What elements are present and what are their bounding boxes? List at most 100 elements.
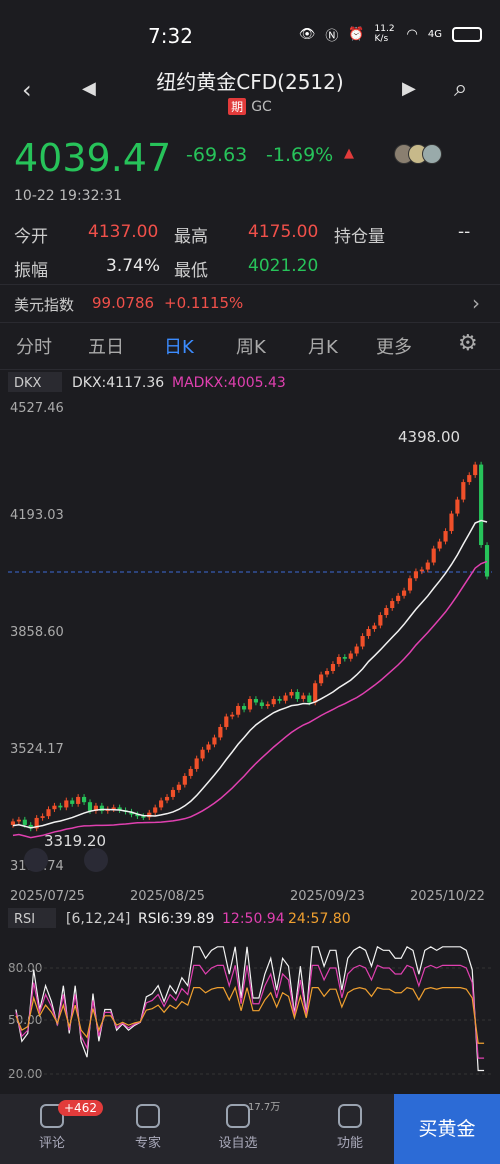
watchlist-icon <box>226 1104 250 1128</box>
candle <box>484 545 490 577</box>
function-button[interactable]: 功能 <box>310 1094 390 1164</box>
y-axis-label: 3524.17 <box>10 742 64 757</box>
candle <box>336 657 341 664</box>
comment-badge: +462 <box>58 1100 103 1116</box>
battery-icon <box>452 26 482 42</box>
candle <box>324 670 330 675</box>
usd-change: +0.1115% <box>164 294 244 312</box>
usd-value: 99.0786 <box>92 294 155 312</box>
open-value: 4137.00 <box>88 222 159 242</box>
last-price: 4039.47 <box>14 136 172 180</box>
candle <box>319 674 324 684</box>
oi-value: -- <box>458 222 471 242</box>
timestamp: 10-22 19:32:31 <box>14 188 123 204</box>
candle <box>402 590 407 596</box>
up-arrow-icon: ▲ <box>344 146 354 161</box>
search-icon[interactable]: ⌕ <box>454 74 467 102</box>
tab-daily-k[interactable]: 日K <box>164 333 194 359</box>
rsi12-label: 12:50.94 <box>222 911 285 927</box>
low-label: 最低 <box>174 261 208 281</box>
candle <box>188 768 193 776</box>
x-axis-label: 2025/08/25 <box>130 889 205 904</box>
candle <box>16 819 21 822</box>
rsi24-label: 24:57.80 <box>288 911 351 927</box>
fast-forward-icon[interactable] <box>24 848 48 872</box>
expert-icon <box>136 1104 160 1128</box>
rsi6-label: RSI6:39.89 <box>138 911 214 927</box>
candle <box>224 716 229 727</box>
tab-monthly-k[interactable]: 月K <box>308 333 338 359</box>
expand-icon[interactable] <box>84 848 108 872</box>
rsi12-line <box>15 964 485 1059</box>
wifi-icon: ◠ <box>406 26 418 42</box>
tab-more[interactable]: 更多 <box>376 333 412 359</box>
rsi24-line <box>15 985 485 1044</box>
candle <box>372 625 377 630</box>
expert-label: 专家 <box>134 1136 161 1151</box>
candle <box>170 789 176 797</box>
candle <box>407 578 413 591</box>
candle <box>230 714 235 717</box>
tab-weekly-k[interactable]: 周K <box>236 333 266 359</box>
expert-button[interactable]: 专家 <box>108 1094 188 1164</box>
avatar-group[interactable] <box>394 144 454 166</box>
usd-index-row[interactable]: 美元指数 99.0786 +0.1115% › <box>0 284 500 322</box>
candle <box>283 695 288 701</box>
candle <box>289 691 294 696</box>
candle <box>360 636 365 647</box>
kline-chart[interactable]: DKX DKX:4117.36 MADKX:4005.43 4527.46 419… <box>0 370 500 906</box>
candle <box>212 737 217 745</box>
page-title: 纽约黄金CFD(2512) <box>156 70 344 94</box>
candle <box>390 601 395 609</box>
amp-label: 振幅 <box>14 261 48 281</box>
candle <box>384 608 389 616</box>
candle <box>277 698 282 701</box>
candle <box>443 531 448 542</box>
candle <box>82 796 87 803</box>
candle <box>176 784 181 790</box>
candle <box>46 809 51 817</box>
candle <box>307 695 312 703</box>
candle <box>437 541 442 549</box>
high-label: 最高 <box>174 227 208 247</box>
net-speed: 11.2 K/s <box>374 24 395 44</box>
candle <box>473 464 478 476</box>
x-axis-label: 2025/07/25 <box>10 889 85 904</box>
status-time: 7:32 <box>148 24 193 48</box>
eye-icon: 👁 <box>298 26 316 42</box>
candle <box>159 800 164 808</box>
candle <box>425 562 430 570</box>
candle <box>354 646 359 654</box>
tab-five-day[interactable]: 五日 <box>88 333 124 359</box>
contract-code: GC <box>251 99 272 115</box>
candle <box>461 482 466 500</box>
candle <box>22 819 27 825</box>
max-label: 4398.00 <box>398 428 460 446</box>
candle <box>247 698 253 710</box>
candle <box>164 796 170 801</box>
candle <box>182 775 187 785</box>
candle <box>10 821 16 825</box>
dkx-label: DKX:4117.36 <box>72 375 164 391</box>
min-label: 3319.20 <box>44 832 106 850</box>
candle <box>76 796 81 804</box>
watchlist-label: 设自选 <box>218 1136 258 1151</box>
function-label: 功能 <box>336 1136 363 1151</box>
rsi-y-80: 80.00 <box>8 961 42 975</box>
next-icon[interactable]: ▶ <box>402 78 416 99</box>
y-axis-label: 4527.46 <box>10 401 64 416</box>
avatar <box>422 144 442 164</box>
candle <box>153 807 158 813</box>
indicator-name: DKX <box>14 376 42 391</box>
futures-tag: 期 <box>228 98 247 115</box>
settings-icon[interactable]: ⚙ <box>458 331 478 356</box>
status-icons: 👁 Ⓝ ⏰ 11.2 K/s ◠ 4G <box>299 24 482 44</box>
buy-gold-button[interactable]: 买黄金 <box>394 1094 500 1164</box>
rsi-y-20: 20.00 <box>8 1067 42 1081</box>
candle <box>206 744 211 750</box>
alarm-icon: ⏰ <box>348 26 365 42</box>
tab-intraday[interactable]: 分时 <box>16 333 52 359</box>
rsi-chart[interactable]: RSI [6,12,24] RSI6:39.89 12:50.94 24:57.… <box>0 906 500 1094</box>
usd-label: 美元指数 <box>14 296 75 314</box>
price-change-pct: -1.69% <box>266 144 334 166</box>
